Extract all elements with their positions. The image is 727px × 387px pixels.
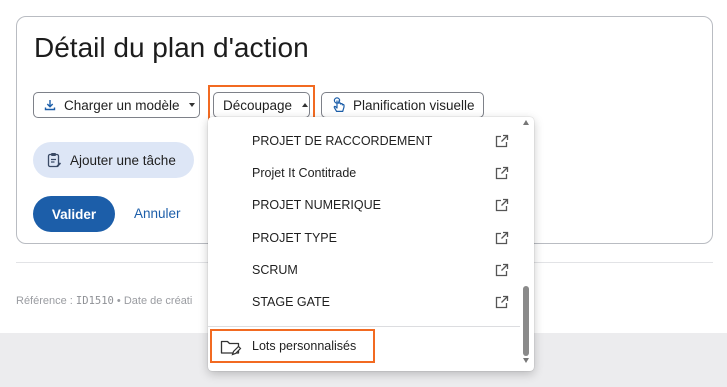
footer-meta: Référence : ID1510 • Date de créati bbox=[16, 295, 192, 307]
add-task-button[interactable]: Ajouter une tâche bbox=[33, 142, 194, 178]
load-template-label: Charger un modèle bbox=[64, 97, 180, 113]
open-external-icon[interactable] bbox=[495, 263, 509, 277]
task-clipboard-icon bbox=[47, 152, 62, 168]
load-template-button[interactable]: Charger un modèle bbox=[33, 92, 200, 118]
dropdown-item-label: SCRUM bbox=[252, 263, 298, 277]
open-external-icon[interactable] bbox=[495, 295, 509, 309]
open-external-icon[interactable] bbox=[495, 134, 509, 148]
touch-hand-icon bbox=[331, 97, 346, 113]
dropdown-item[interactable]: PROJET NUMERIQUE bbox=[208, 189, 520, 221]
cancel-link[interactable]: Annuler bbox=[134, 206, 181, 221]
dropdown-item-label: PROJET TYPE bbox=[252, 231, 337, 245]
footer-bullet: • bbox=[113, 295, 124, 307]
dropdown-scrollbar[interactable] bbox=[522, 120, 531, 366]
scroll-down-arrow-icon[interactable] bbox=[523, 358, 529, 363]
page-title: Détail du plan d'action bbox=[34, 32, 309, 63]
dropdown-item-label: Projet It Contitrade bbox=[252, 166, 357, 180]
validate-button[interactable]: Valider bbox=[33, 196, 115, 232]
add-task-label: Ajouter une tâche bbox=[70, 152, 176, 168]
dropdown-item-label: STAGE GATE bbox=[252, 295, 331, 309]
dropdown-item[interactable]: PROJET DE RACCORDEMENT bbox=[208, 125, 520, 157]
reference-prefix: Référence : bbox=[16, 295, 76, 307]
reference-id: ID1510 bbox=[75, 295, 114, 307]
dropdown-item[interactable]: Projet It Contitrade bbox=[208, 157, 520, 189]
dropdown-item-label: PROJET NUMERIQUE bbox=[252, 198, 381, 212]
open-external-icon[interactable] bbox=[495, 166, 509, 180]
dropdown-divider bbox=[208, 326, 520, 327]
dropdown-item[interactable]: PROJET TYPE bbox=[208, 222, 520, 254]
visual-planning-label: Planification visuelle bbox=[353, 97, 475, 113]
scrollbar-thumb[interactable] bbox=[523, 286, 529, 356]
download-icon bbox=[43, 99, 57, 111]
creation-date-label: Date de créati bbox=[123, 295, 193, 307]
dropdown-item-label: PROJET DE RACCORDEMENT bbox=[252, 134, 433, 148]
visual-planning-button[interactable]: Planification visuelle bbox=[321, 92, 484, 118]
chevron-down-icon bbox=[188, 103, 195, 107]
decoupage-dropdown-menu: PROJET DE RACCORDEMENT Projet It Contitr… bbox=[208, 117, 534, 371]
dropdown-item[interactable]: SCRUM bbox=[208, 254, 520, 286]
dropdown-item[interactable]: STAGE GATE bbox=[208, 286, 520, 318]
scroll-up-arrow-icon[interactable] bbox=[523, 120, 529, 125]
custom-lots-highlight bbox=[210, 329, 375, 363]
open-external-icon[interactable] bbox=[495, 231, 509, 245]
open-external-icon[interactable] bbox=[495, 198, 509, 212]
